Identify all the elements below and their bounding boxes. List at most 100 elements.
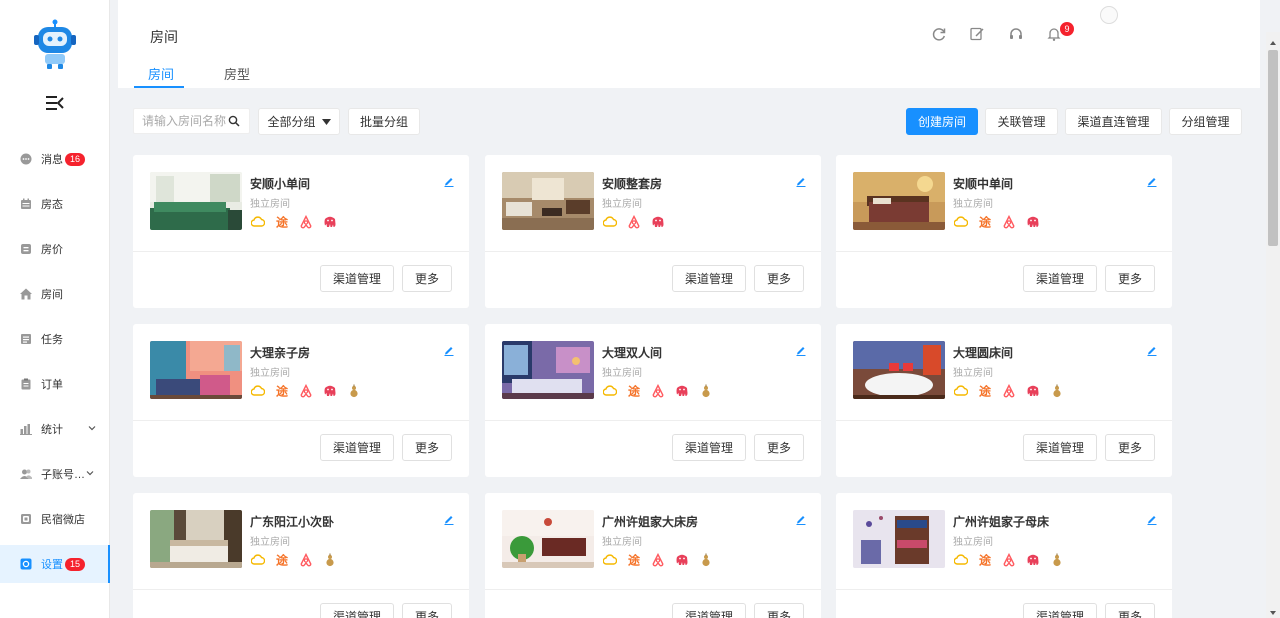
headset-icon[interactable] <box>1008 26 1024 42</box>
refresh-icon[interactable] <box>931 26 947 42</box>
channel-manage-button[interactable]: 渠道管理 <box>672 265 746 292</box>
sidebar-item-orders[interactable]: 订单 <box>0 365 110 403</box>
cloud-icon <box>251 553 265 567</box>
more-button[interactable]: 更多 <box>402 603 452 618</box>
more-button[interactable]: 更多 <box>402 434 452 461</box>
channel-icons: 途 <box>954 215 1040 229</box>
clipboard-icon <box>20 378 32 390</box>
card-divider <box>133 589 469 590</box>
message-icon <box>20 153 32 165</box>
sidebar-item-statistics[interactable]: 统计 <box>0 410 110 448</box>
tab-room-types[interactable]: 房型 <box>224 64 250 83</box>
channel-icons: 途 <box>251 215 337 229</box>
room-photo[interactable] <box>150 510 242 568</box>
channel-manage-button[interactable]: 渠道管理 <box>320 434 394 461</box>
room-type: 独立房间 <box>602 368 642 379</box>
sidebar-item-room-price[interactable]: 房价 <box>0 230 110 268</box>
gourd-icon <box>1050 553 1064 567</box>
edit-pencil-icon[interactable] <box>443 513 455 525</box>
channel-direct-manage-button[interactable]: 渠道直连管理 <box>1065 108 1162 135</box>
room-search-input[interactable] <box>142 114 228 128</box>
elephant-icon <box>675 384 689 398</box>
channel-manage-button[interactable]: 渠道管理 <box>672 603 746 618</box>
sidebar-item-label: 房态 <box>41 199 63 211</box>
sidebar-item-rooms[interactable]: 房间 <box>0 275 110 313</box>
room-photo[interactable] <box>150 341 242 399</box>
airbnb-icon <box>299 384 313 398</box>
room-card: 大理双人间 独立房间 途 渠道管理 更多 <box>485 324 821 477</box>
room-photo[interactable] <box>853 510 945 568</box>
more-button[interactable]: 更多 <box>754 603 804 618</box>
airbnb-icon <box>1002 553 1016 567</box>
avatar[interactable] <box>1100 6 1118 24</box>
more-button[interactable]: 更多 <box>402 265 452 292</box>
edit-pencil-icon[interactable] <box>795 175 807 187</box>
room-name: 广州许姐家大床房 <box>602 515 699 529</box>
sidebar-item-label: 房价 <box>41 244 63 256</box>
edit-pencil-icon[interactable] <box>795 344 807 356</box>
channel-icons <box>603 215 665 229</box>
edit-note-icon[interactable] <box>969 26 985 42</box>
card-divider <box>836 420 1172 421</box>
create-room-button[interactable]: 创建房间 <box>906 108 978 135</box>
room-name: 安顺整套房 <box>602 177 663 191</box>
sidebar-item-messages[interactable]: 消息 16 <box>0 140 110 178</box>
sidebar-item-micro-shop[interactable]: 民宿微店 <box>0 500 110 538</box>
more-button[interactable]: 更多 <box>1105 265 1155 292</box>
scrollbar-thumb[interactable] <box>1268 50 1278 246</box>
airbnb-icon <box>299 553 313 567</box>
edit-pencil-icon[interactable] <box>1146 344 1158 356</box>
room-photo[interactable] <box>150 172 242 230</box>
cloud-icon <box>251 215 265 229</box>
room-photo[interactable] <box>853 172 945 230</box>
elephant-icon <box>323 215 337 229</box>
more-button[interactable]: 更多 <box>1105 434 1155 461</box>
search-icon[interactable] <box>228 115 240 127</box>
edit-pencil-icon[interactable] <box>1146 175 1158 187</box>
link-manage-button[interactable]: 关联管理 <box>985 108 1058 135</box>
scroll-down-icon[interactable] <box>1269 606 1277 615</box>
room-type: 独立房间 <box>250 199 290 210</box>
cloud-icon <box>251 384 265 398</box>
svg-text:途: 途 <box>628 553 641 567</box>
edit-pencil-icon[interactable] <box>795 513 807 525</box>
channel-manage-button[interactable]: 渠道管理 <box>672 434 746 461</box>
elephant-icon <box>675 553 689 567</box>
sidebar-item-sub-accounts[interactable]: 子账号… <box>0 455 110 493</box>
channel-manage-button[interactable]: 渠道管理 <box>1023 265 1097 292</box>
collapse-menu-icon[interactable] <box>46 95 64 111</box>
room-photo[interactable] <box>502 172 594 230</box>
sidebar-item-tasks[interactable]: 任务 <box>0 320 110 358</box>
channel-icons: 途 <box>251 553 337 567</box>
room-type: 独立房间 <box>250 537 290 548</box>
edit-pencil-icon[interactable] <box>443 175 455 187</box>
room-name: 安顺小单间 <box>250 177 311 191</box>
sidebar-item-room-status[interactable]: 房态 <box>0 185 110 223</box>
users-icon <box>20 468 32 480</box>
sidebar-item-settings[interactable]: 设置 15 <box>0 545 110 583</box>
room-photo[interactable] <box>502 510 594 568</box>
channel-manage-button[interactable]: 渠道管理 <box>1023 434 1097 461</box>
channel-icons: 途 <box>954 553 1064 567</box>
channel-manage-button[interactable]: 渠道管理 <box>320 265 394 292</box>
scroll-up-icon[interactable] <box>1269 36 1277 45</box>
more-button[interactable]: 更多 <box>754 265 804 292</box>
more-button[interactable]: 更多 <box>1105 603 1155 618</box>
edit-pencil-icon[interactable] <box>443 344 455 356</box>
airbnb-icon <box>299 215 313 229</box>
edit-pencil-icon[interactable] <box>1146 513 1158 525</box>
scrollbar[interactable] <box>1266 32 1280 618</box>
more-button[interactable]: 更多 <box>754 434 804 461</box>
room-photo[interactable] <box>502 341 594 399</box>
group-filter-select[interactable]: 全部分组 <box>258 108 340 135</box>
room-type: 独立房间 <box>953 537 993 548</box>
tab-rooms[interactable]: 房间 <box>148 64 174 83</box>
batch-group-button[interactable]: 批量分组 <box>348 108 420 135</box>
room-name: 广州许姐家子母床 <box>953 515 1050 529</box>
settings-icon <box>20 558 32 570</box>
group-manage-button[interactable]: 分组管理 <box>1169 108 1242 135</box>
channel-manage-button[interactable]: 渠道管理 <box>320 603 394 618</box>
channel-manage-button[interactable]: 渠道管理 <box>1023 603 1097 618</box>
room-photo[interactable] <box>853 341 945 399</box>
elephant-icon <box>1026 215 1040 229</box>
